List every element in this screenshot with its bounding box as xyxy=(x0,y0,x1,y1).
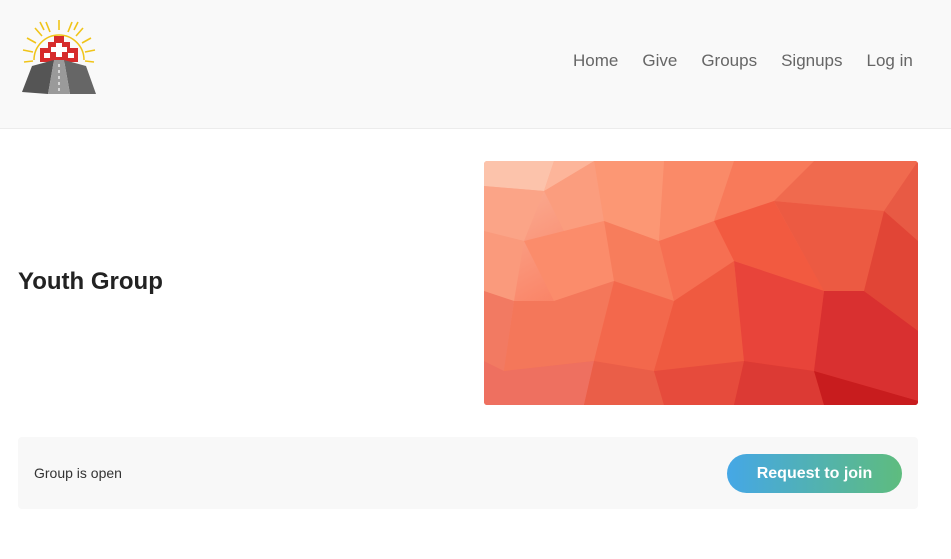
group-banner-image xyxy=(484,161,918,405)
site-header: Home Give Groups Signups Log in xyxy=(0,0,951,129)
nav-groups[interactable]: Groups xyxy=(701,50,757,72)
page-title: Youth Group xyxy=(18,268,163,295)
church-logo-icon[interactable] xyxy=(18,16,100,98)
request-to-join-button[interactable]: Request to join xyxy=(727,454,902,493)
nav-login[interactable]: Log in xyxy=(867,50,913,72)
main-nav: Home Give Groups Signups Log in xyxy=(573,50,937,72)
nav-give[interactable]: Give xyxy=(642,50,677,72)
nav-home[interactable]: Home xyxy=(573,50,618,72)
group-status-bar: Group is open Request to join xyxy=(18,437,918,509)
nav-signups[interactable]: Signups xyxy=(781,50,842,72)
group-status-text: Group is open xyxy=(34,465,122,481)
